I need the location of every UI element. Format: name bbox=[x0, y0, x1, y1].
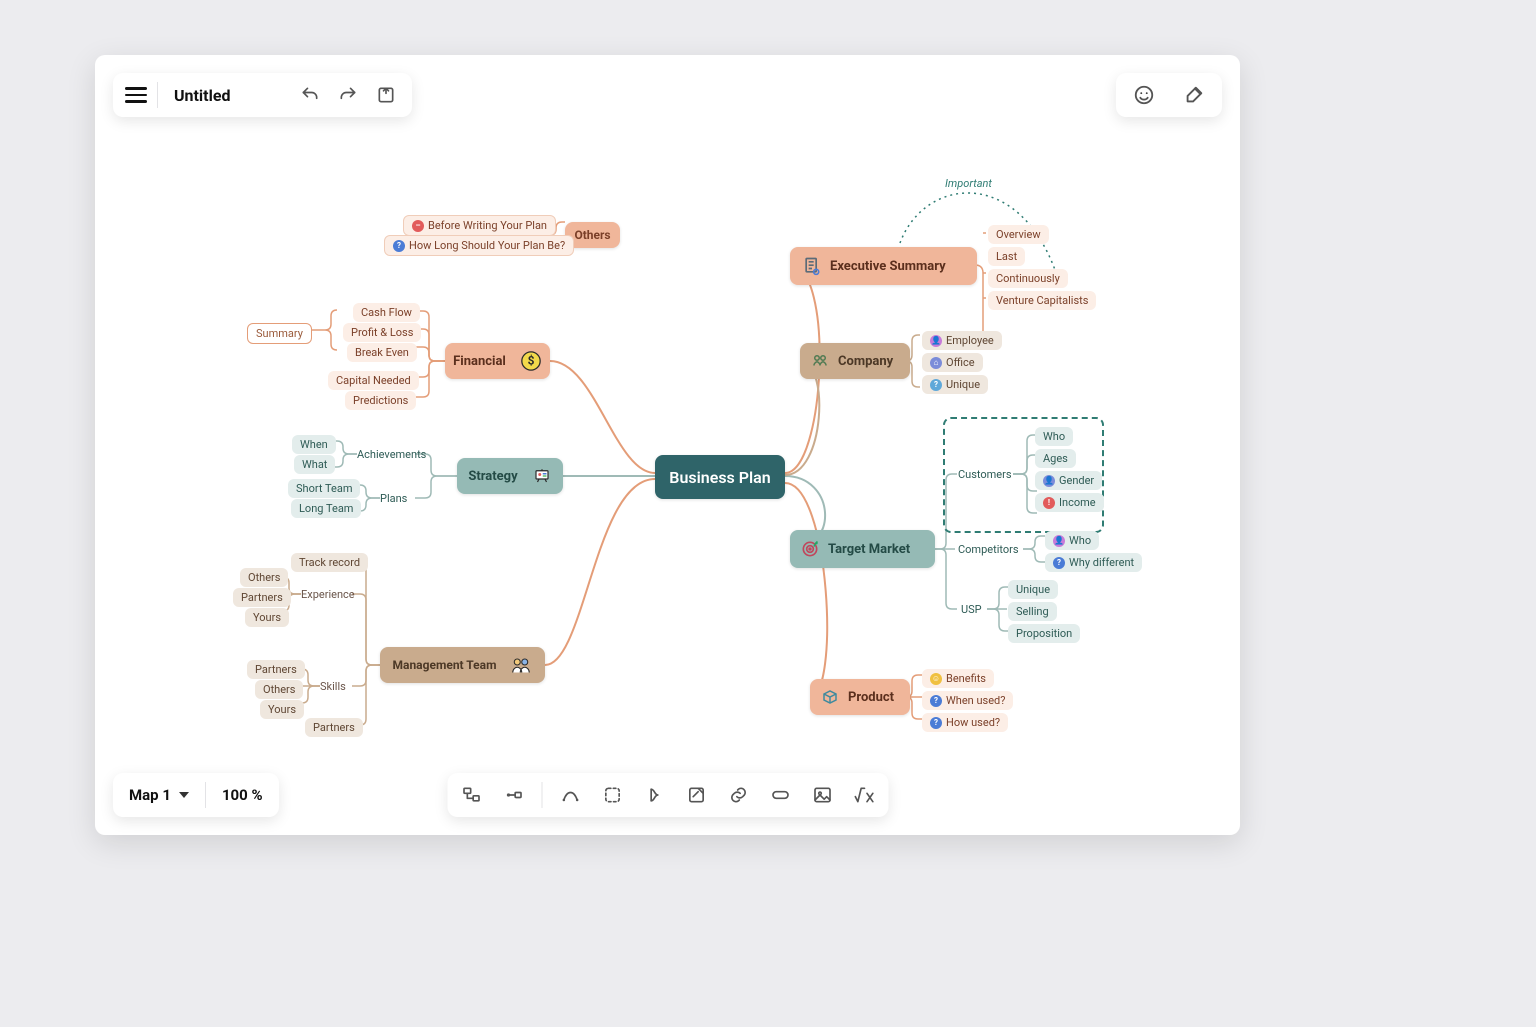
label-competitors[interactable]: Competitors bbox=[958, 543, 1019, 556]
annotation-important: Important bbox=[945, 177, 992, 190]
chip-income[interactable]: ! Income bbox=[1035, 493, 1104, 512]
chip-label: Income bbox=[1059, 496, 1096, 509]
node-label: Strategy bbox=[468, 469, 517, 484]
mindmap-canvas[interactable]: Business Plan Others –Before Writing You… bbox=[95, 55, 1240, 835]
question-icon: ? bbox=[930, 717, 942, 729]
chip-predictions[interactable]: Predictions bbox=[345, 391, 416, 410]
node-label: Product bbox=[848, 690, 894, 705]
node-strategy[interactable]: Strategy bbox=[457, 458, 563, 494]
document-icon bbox=[802, 256, 822, 276]
chip-label: Employee bbox=[946, 334, 994, 347]
chip-unique[interactable]: ? Unique bbox=[922, 375, 988, 394]
chip-mgmt-partners[interactable]: Partners bbox=[305, 718, 363, 737]
node-target-market[interactable]: Target Market bbox=[790, 530, 935, 568]
chip-capital[interactable]: Capital Needed bbox=[328, 371, 419, 390]
node-company[interactable]: Company bbox=[800, 343, 910, 379]
label-usp[interactable]: USP bbox=[961, 603, 982, 616]
chip-label: Office bbox=[946, 356, 975, 369]
node-executive-summary[interactable]: Executive Summary bbox=[790, 247, 977, 285]
people-icon bbox=[510, 656, 532, 674]
chip-exp-yours[interactable]: Yours bbox=[245, 608, 289, 627]
node-label: Company bbox=[838, 354, 893, 369]
chip-overview[interactable]: Overview bbox=[988, 225, 1049, 244]
chip-benefits[interactable]: ☺ Benefits bbox=[922, 669, 994, 688]
person-icon: 👤 bbox=[930, 335, 942, 347]
alert-icon: ! bbox=[1043, 497, 1055, 509]
question-icon: ? bbox=[1053, 557, 1065, 569]
dollar-icon: $ bbox=[520, 350, 542, 372]
building-icon: ⌂ bbox=[930, 357, 942, 369]
label-experience[interactable]: Experience bbox=[301, 588, 355, 601]
chip-sk-partners[interactable]: Partners bbox=[247, 660, 305, 679]
chip-label: Benefits bbox=[946, 672, 986, 685]
center-node[interactable]: Business Plan bbox=[655, 455, 785, 499]
node-label: Financial bbox=[453, 354, 506, 369]
label-customers[interactable]: Customers bbox=[958, 468, 1012, 481]
chip-comp-why[interactable]: ? Why different bbox=[1045, 553, 1142, 572]
chip-usp-selling[interactable]: Selling bbox=[1008, 602, 1057, 621]
label-achievements[interactable]: Achievements bbox=[357, 448, 426, 461]
chip-last[interactable]: Last bbox=[988, 247, 1025, 266]
label-plans[interactable]: Plans bbox=[380, 492, 407, 505]
chip-exp-partners[interactable]: Partners bbox=[233, 588, 291, 607]
minus-icon: – bbox=[412, 220, 424, 232]
chip-label: Gender bbox=[1059, 474, 1094, 487]
chip-ages[interactable]: Ages bbox=[1035, 449, 1076, 468]
chip-exp-others[interactable]: Others bbox=[240, 568, 288, 587]
chip-label: When used? bbox=[946, 694, 1005, 707]
presentation-icon bbox=[532, 467, 552, 485]
chip-before-writing[interactable]: –Before Writing Your Plan bbox=[403, 215, 556, 236]
chip-usp-prop[interactable]: Proposition bbox=[1008, 624, 1080, 643]
node-financial[interactable]: Financial $ bbox=[445, 343, 550, 379]
chip-venture[interactable]: Venture Capitalists bbox=[988, 291, 1096, 310]
chip-what[interactable]: What bbox=[294, 455, 335, 474]
chip-continuously[interactable]: Continuously bbox=[988, 269, 1068, 288]
node-label: Executive Summary bbox=[830, 259, 946, 274]
chip-cashflow[interactable]: Cash Flow bbox=[353, 303, 420, 322]
chip-usp-unique[interactable]: Unique bbox=[1008, 580, 1058, 599]
chip-office[interactable]: ⌂ Office bbox=[922, 353, 983, 372]
chip-summary[interactable]: Summary bbox=[247, 323, 312, 344]
chip-employee[interactable]: 👤 Employee bbox=[922, 331, 1002, 350]
node-management-team[interactable]: Management Team bbox=[380, 647, 545, 683]
chip-track-record[interactable]: Track record bbox=[291, 553, 368, 572]
chip-sk-others[interactable]: Others bbox=[255, 680, 303, 699]
chip-label: How used? bbox=[946, 716, 1000, 729]
chip-label: Before Writing Your Plan bbox=[428, 219, 547, 232]
question-icon: ? bbox=[930, 379, 942, 391]
person-icon: 👤 bbox=[1043, 475, 1055, 487]
chip-breakeven[interactable]: Break Even bbox=[347, 343, 417, 362]
chip-who[interactable]: Who bbox=[1035, 427, 1073, 446]
chip-gender[interactable]: 👤 Gender bbox=[1035, 471, 1102, 490]
node-label: Management Team bbox=[393, 658, 497, 672]
app-window: Untitled Map 1 100 % bbox=[95, 55, 1240, 835]
team-icon bbox=[810, 352, 830, 370]
node-label: Target Market bbox=[828, 542, 910, 557]
chip-how-long[interactable]: ? How Long Should Your Plan Be? bbox=[384, 235, 574, 256]
chip-comp-who[interactable]: 👤 Who bbox=[1045, 531, 1099, 550]
chip-label: Unique bbox=[946, 378, 980, 391]
chip-label: Who bbox=[1069, 534, 1091, 547]
chip-when[interactable]: When bbox=[292, 435, 336, 454]
question-icon: ? bbox=[393, 240, 405, 252]
chip-label: Why different bbox=[1069, 556, 1134, 569]
chip-sk-yours[interactable]: Yours bbox=[260, 700, 304, 719]
question-icon: ? bbox=[930, 695, 942, 707]
smile-icon: ☺ bbox=[930, 673, 942, 685]
box-icon bbox=[820, 688, 840, 706]
chip-profitloss[interactable]: Profit & Loss bbox=[343, 323, 421, 342]
chip-label: How Long Should Your Plan Be? bbox=[409, 239, 565, 252]
label-skills[interactable]: Skills bbox=[320, 680, 346, 693]
node-product[interactable]: Product bbox=[810, 679, 910, 715]
person-icon: 👤 bbox=[1053, 535, 1065, 547]
target-icon bbox=[800, 539, 820, 559]
chip-when-used[interactable]: ? When used? bbox=[922, 691, 1013, 710]
chip-long-team[interactable]: Long Team bbox=[291, 499, 361, 518]
chip-short-team[interactable]: Short Team bbox=[288, 479, 360, 498]
svg-text:$: $ bbox=[527, 354, 534, 368]
chip-how-used[interactable]: ? How used? bbox=[922, 713, 1008, 732]
